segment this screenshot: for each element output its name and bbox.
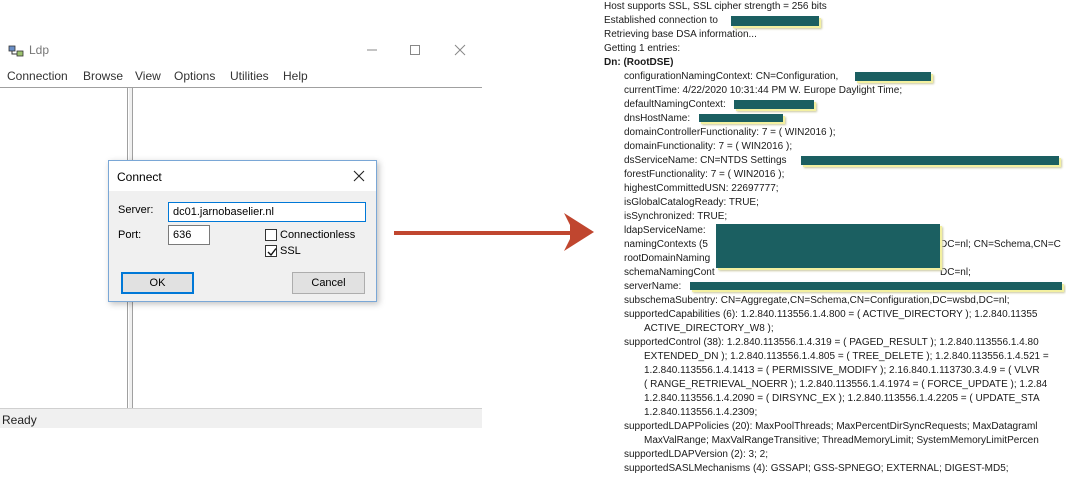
- output-line-dn: Dn: (RootDSE): [604, 57, 674, 68]
- ssl-label: SSL: [280, 245, 301, 257]
- menu-browse[interactable]: Browse: [83, 69, 123, 83]
- output-line: subschemaSubentry: CN=Aggregate,CN=Schem…: [624, 295, 1010, 306]
- ldap-output-text: Host supports SSL, SSL cipher strength =…: [604, 0, 1066, 495]
- menu-bar: Connection Browse View Options Utilities…: [0, 68, 482, 86]
- output-line: domainControllerFunctionality: 7 = ( WIN…: [624, 127, 836, 138]
- redaction-block: [801, 156, 1059, 165]
- output-line: forestFunctionality: 7 = ( WIN2016 );: [624, 169, 785, 180]
- output-line: supportedCapabilities (6): 1.2.840.11355…: [624, 309, 1038, 320]
- connectionless-label: Connectionless: [280, 229, 356, 241]
- output-line: supportedControl (38): 1.2.840.113556.1.…: [624, 337, 1039, 348]
- output-line: Retrieving base DSA information...: [604, 29, 757, 40]
- port-label: Port:: [118, 229, 142, 241]
- connectionless-checkbox[interactable]: [265, 229, 277, 241]
- dialog-close-icon[interactable]: [349, 167, 369, 185]
- output-line: defaultNamingContext:: [624, 99, 726, 110]
- status-text: Ready: [2, 413, 37, 427]
- menu-options[interactable]: Options: [174, 69, 215, 83]
- output-line: isGlobalCatalogReady: TRUE;: [624, 197, 759, 208]
- redaction-block: [690, 282, 1062, 290]
- ldp-app-icon: [8, 43, 24, 59]
- menu-connection[interactable]: Connection: [7, 69, 68, 83]
- window-title: Ldp: [29, 43, 50, 57]
- close-window-button[interactable]: [449, 40, 471, 60]
- output-line: supportedLDAPVersion (2): 3; 2;: [624, 449, 768, 460]
- output-line: Host supports SSL, SSL cipher strength =…: [604, 1, 827, 12]
- output-line: highestCommittedUSN: 22697777;: [624, 183, 779, 194]
- menu-view[interactable]: View: [135, 69, 161, 83]
- minimize-button[interactable]: [361, 40, 383, 60]
- title-bar[interactable]: Ldp: [0, 34, 482, 66]
- port-input[interactable]: [168, 225, 210, 245]
- output-line: MaxValRange; MaxValRangeTransitive; Thre…: [644, 435, 1039, 446]
- status-bar: Ready: [0, 408, 482, 428]
- output-line: supportedSASLMechanisms (4): GSSAPI; GSS…: [624, 463, 1009, 474]
- output-line: rootDomainNaming: [624, 253, 711, 264]
- cancel-button[interactable]: Cancel: [292, 272, 365, 294]
- output-line: dnsHostName:: [624, 113, 691, 124]
- output-line: serverName:: [624, 281, 682, 292]
- connectionless-option[interactable]: Connectionless: [265, 229, 355, 241]
- redaction-block: [716, 224, 940, 268]
- checkmark-icon: [267, 248, 277, 257]
- right-arrow-icon: [394, 213, 594, 251]
- output-line: ( RANGE_RETRIEVAL_NOERR ); 1.2.840.11355…: [644, 379, 1048, 390]
- ok-button[interactable]: OK: [121, 272, 194, 294]
- redaction-block: [734, 100, 814, 109]
- output-line: 1.2.840.113556.1.4.2309;: [644, 407, 758, 418]
- server-label: Server:: [118, 204, 154, 216]
- output-line-fragment: DC=nl; CN=Schema,CN=C: [940, 239, 1061, 250]
- output-line: 1.2.840.113556.1.4.2090 = ( DIRSYNC_EX )…: [644, 393, 1040, 404]
- output-line: supportedLDAPPolicies (20): MaxPoolThrea…: [624, 421, 1038, 432]
- maximize-button[interactable]: [404, 40, 426, 60]
- server-input[interactable]: [168, 202, 366, 222]
- output-line: schemaNamingCont: [624, 267, 715, 278]
- output-line: isSynchronized: TRUE;: [624, 211, 728, 222]
- dialog-title-bar[interactable]: Connect: [109, 161, 376, 191]
- output-line: domainFunctionality: 7 = ( WIN2016 );: [624, 141, 793, 152]
- output-line: namingContexts (5: [624, 239, 708, 250]
- redaction-block: [855, 72, 931, 81]
- redaction-block: [731, 16, 819, 26]
- menu-help[interactable]: Help: [283, 69, 308, 83]
- output-line: dsServiceName: CN=NTDS Settings: [624, 155, 787, 166]
- output-line: Getting 1 entries:: [604, 43, 681, 54]
- output-line: EXTENDED_DN ); 1.2.840.113556.1.4.805 = …: [644, 351, 1049, 362]
- dialog-title: Connect: [117, 170, 162, 184]
- output-line: ldapServiceName:: [624, 225, 706, 236]
- ssl-checkbox[interactable]: [265, 245, 277, 257]
- output-line: currentTime: 4/22/2020 10:31:44 PM W. Eu…: [624, 85, 903, 96]
- output-line: ACTIVE_DIRECTORY_W8 );: [644, 323, 774, 334]
- output-line-fragment: DC=nl;: [940, 267, 971, 278]
- connect-dialog: Connect Server: Port: Connectionless SSL…: [108, 160, 377, 302]
- output-line: Established connection to: [604, 15, 718, 26]
- menu-utilities[interactable]: Utilities: [230, 69, 269, 83]
- redaction-block: [699, 114, 783, 122]
- ssl-option[interactable]: SSL: [265, 245, 301, 257]
- output-line: configurationNamingContext: CN=Configura…: [624, 71, 839, 82]
- output-line: 1.2.840.113556.1.4.1413 = ( PERMISSIVE_M…: [644, 365, 1040, 376]
